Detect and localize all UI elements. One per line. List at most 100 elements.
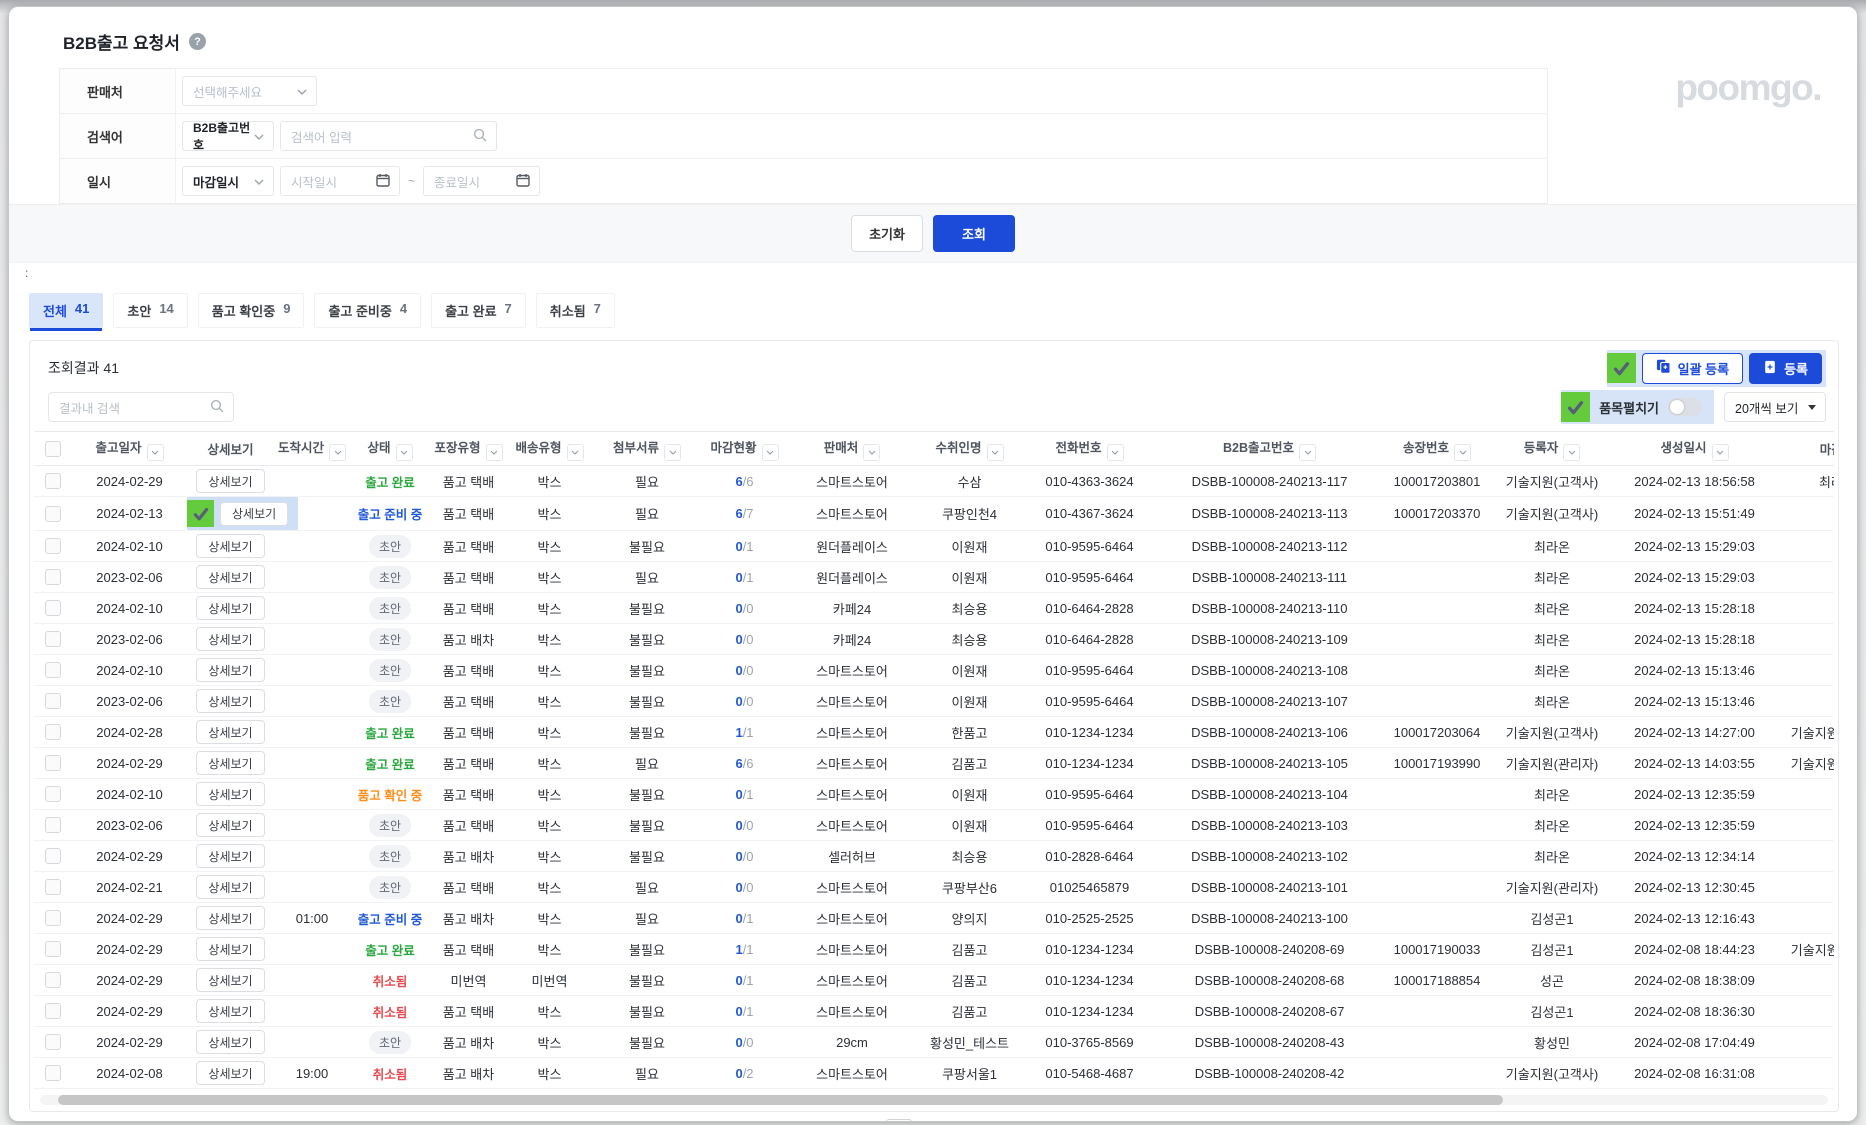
sort-chevron-icon[interactable] [1106,443,1124,461]
row-checkbox[interactable] [45,910,61,927]
cell-delivery-type: 박스 [507,685,592,717]
page-button-1[interactable]: 1 [886,1119,912,1121]
row-checkbox[interactable] [45,505,61,522]
detail-button[interactable]: 상세보기 [196,875,265,899]
cell-phone: 010-1234-1234 [1022,933,1157,965]
register-button[interactable]: 등록 [1749,352,1822,384]
detail-button[interactable]: 상세보기 [220,501,289,526]
tab-canceled[interactable]: 취소됨 7 [535,293,615,328]
detail-button[interactable]: 상세보기 [196,534,265,558]
row-checkbox[interactable] [45,473,61,490]
deadline-done-count: 0 [735,786,743,802]
scrollbar-thumb[interactable] [58,1095,1503,1105]
calendar-icon[interactable] [376,173,390,190]
column-label: 첨부서류 [612,440,659,455]
cell-arrival-time [274,685,350,717]
tab-all[interactable]: 전체 41 [29,293,104,331]
keyword-input[interactable]: 검색어 입력 [280,121,497,151]
sort-chevron-icon[interactable] [485,443,503,461]
detail-button[interactable]: 상세보기 [196,596,265,620]
column-label: 배송유형 [515,440,562,455]
cell-phone: 010-5468-4687 [1022,1057,1157,1089]
detail-button[interactable]: 상세보기 [196,999,265,1023]
sort-chevron-icon[interactable] [146,443,164,461]
sort-chevron-icon[interactable] [566,443,584,461]
page-button-2[interactable]: 2 [922,1120,946,1121]
row-checkbox[interactable] [45,538,61,555]
row-checkbox[interactable] [45,693,61,710]
cell-registrant: 최라온 [1492,809,1612,841]
page-button-3[interactable]: 3 [956,1120,980,1121]
status-badge: 초안 [368,875,412,899]
detail-button[interactable]: 상세보기 [196,565,265,589]
detail-button[interactable]: 상세보기 [196,937,265,961]
row-checkbox[interactable] [45,848,61,865]
detail-button[interactable]: 상세보기 [196,658,265,682]
start-date-input[interactable]: 시작일시 [280,166,400,196]
tab-preparing[interactable]: 출고 준비중 4 [314,293,422,328]
row-checkbox[interactable] [45,755,61,772]
cell-registrant: 최라온 [1492,685,1612,717]
result-search-input[interactable]: 결과내 검색 [48,392,234,422]
row-checkbox[interactable] [45,1003,61,1020]
detail-button[interactable]: 상세보기 [196,844,265,868]
cell-b2b-number: DSBB-100008-240213-102 [1157,840,1382,872]
tab-done[interactable]: 출고 완료 7 [431,293,526,328]
detail-button[interactable]: 상세보기 [196,782,265,806]
sort-chevron-icon[interactable] [986,443,1004,461]
cell-receiver: 이원재 [917,809,1022,841]
row-checkbox[interactable] [45,662,61,679]
row-checkbox[interactable] [45,817,61,834]
row-checkbox[interactable] [45,1065,61,1082]
sort-chevron-icon[interactable] [395,443,413,461]
detail-button[interactable]: 상세보기 [196,1030,265,1054]
bulk-register-button[interactable]: 일괄 등록 [1641,352,1744,384]
search-button[interactable]: 조회 [932,215,1015,252]
row-checkbox[interactable] [45,1034,61,1051]
end-date-input[interactable]: 종료일시 [423,166,541,196]
detail-button[interactable]: 상세보기 [196,689,265,713]
sort-chevron-icon[interactable] [1711,443,1729,461]
sort-chevron-icon[interactable] [1454,443,1471,461]
row-checkbox[interactable] [45,786,61,803]
cell-closer [1777,995,1834,1027]
cell-phone: 010-3765-8569 [1022,1026,1157,1058]
detail-button[interactable]: 상세보기 [196,906,265,930]
calendar-icon[interactable] [516,173,530,190]
date-type-select[interactable]: 마감일시 [182,166,274,196]
sort-chevron-icon[interactable] [664,443,681,461]
detail-button[interactable]: 상세보기 [196,720,265,744]
row-checkbox[interactable] [45,631,61,648]
page-size-select[interactable]: 20개씩 보기 [1724,392,1826,422]
detail-button[interactable]: 상세보기 [196,968,265,992]
cell-registrant: 황성민 [1492,1026,1612,1058]
row-checkbox[interactable] [45,569,61,586]
row-checkbox[interactable] [45,941,61,958]
row-checkbox[interactable] [45,879,61,896]
reset-button[interactable]: 초기화 [851,215,923,252]
detail-button[interactable]: 상세보기 [196,1061,265,1085]
detail-button[interactable]: 상세보기 [196,469,265,493]
tab-checking[interactable]: 품고 확인중 9 [197,293,305,328]
help-icon[interactable]: ? [188,33,206,50]
row-checkbox[interactable] [45,972,61,989]
sort-chevron-icon[interactable] [1299,443,1316,461]
header-checkbox[interactable] [45,440,61,457]
sort-chevron-icon[interactable] [329,443,346,461]
sort-chevron-icon[interactable] [761,443,779,461]
sort-chevron-icon[interactable] [863,443,881,461]
horizontal-scrollbar[interactable] [40,1095,1828,1105]
sort-chevron-icon[interactable] [1563,443,1581,461]
deadline-done-count: 0 [735,817,743,833]
row-checkbox[interactable] [45,724,61,741]
detail-button[interactable]: 상세보기 [196,627,265,651]
expand-items-toggle[interactable] [1668,398,1702,416]
detail-button[interactable]: 상세보기 [196,751,265,775]
keyword-type-select[interactable]: B2B출고번호 [182,121,274,152]
detail-button[interactable]: 상세보기 [196,813,265,837]
seller-select[interactable]: 선택해주세요 [182,76,317,106]
tab-draft[interactable]: 초안 14 [113,293,188,328]
cell-status: 초안 [350,1026,430,1058]
cell-attachment: 필요 [592,561,702,593]
row-checkbox[interactable] [45,600,61,617]
